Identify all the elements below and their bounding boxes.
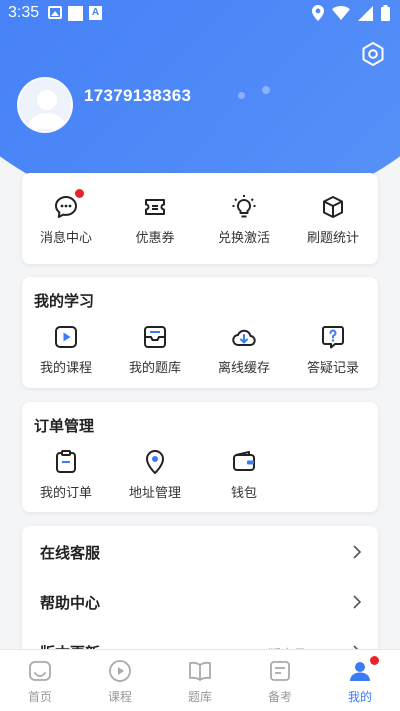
- cloud-download-icon: [231, 324, 257, 350]
- status-bar: 3:35 A: [0, 0, 400, 28]
- orders-my-orders[interactable]: 我的订单: [22, 449, 110, 501]
- quick-action-label: 兑换激活: [217, 231, 270, 246]
- tab-home[interactable]: 首页: [0, 650, 80, 711]
- status-time: 3:35: [8, 4, 40, 21]
- tab-label: 备考: [267, 690, 292, 704]
- tab-courses[interactable]: 课程: [80, 650, 160, 711]
- menu-help-center[interactable]: 帮助中心: [40, 582, 366, 622]
- user-phone[interactable]: 17379138363: [84, 86, 191, 106]
- quick-action-coupons[interactable]: 优惠券: [111, 194, 199, 246]
- coupon-icon: [142, 194, 168, 220]
- orders-item-label: 钱包: [230, 486, 257, 501]
- orders-wallet[interactable]: 钱包: [200, 449, 288, 501]
- orders-item-label: 地址管理: [128, 486, 181, 501]
- quick-action-label: 刷题统计: [306, 231, 359, 246]
- study-question-bank[interactable]: 我的题库: [111, 324, 199, 376]
- quick-action-redeem[interactable]: 兑换激活: [200, 194, 288, 246]
- location-status-icon: [312, 5, 324, 21]
- board-icon: [268, 659, 292, 683]
- tab-exam-prep[interactable]: 备考: [240, 650, 320, 711]
- image-notification-icon: [48, 6, 62, 19]
- bottom-tab-bar: 首页 课程 题库 备考 我的: [0, 649, 400, 711]
- tab-label: 首页: [27, 690, 52, 704]
- user-icon: [348, 656, 379, 683]
- play-icon: [53, 324, 79, 350]
- chevron-right-icon: [353, 595, 362, 609]
- decor-dot: [262, 86, 270, 94]
- book-icon: [188, 659, 212, 683]
- study-item-label: 我的题库: [128, 361, 181, 376]
- tab-label: 我的: [347, 690, 372, 704]
- menu-label: 在线客服: [40, 544, 101, 562]
- wifi-icon: [332, 6, 350, 20]
- quick-actions-card: 消息中心 优惠券 兑换激活 刷题统计: [22, 173, 378, 264]
- orders-address[interactable]: 地址管理: [111, 449, 199, 501]
- tab-mine[interactable]: 我的: [320, 650, 400, 711]
- study-qa-records[interactable]: 答疑记录: [289, 324, 377, 376]
- quick-action-messages[interactable]: 消息中心: [22, 189, 110, 246]
- clipboard-icon: [53, 449, 79, 475]
- lightbulb-icon: [231, 194, 257, 220]
- notification-icons: A: [48, 6, 102, 21]
- tab-label: 题库: [187, 690, 212, 704]
- home-icon: [28, 659, 52, 683]
- tab-question-bank[interactable]: 题库: [160, 650, 240, 711]
- battery-icon: [381, 5, 390, 21]
- location-icon: [142, 449, 168, 475]
- orders-item-label: 我的订单: [39, 486, 92, 501]
- study-my-courses[interactable]: 我的课程: [22, 324, 110, 376]
- play-circle-icon: [108, 659, 132, 683]
- study-card: 我的学习 我的课程 我的题库 离线缓存 答疑记录: [22, 277, 378, 388]
- study-item-label: 离线缓存: [217, 361, 270, 376]
- study-offline-cache[interactable]: 离线缓存: [200, 324, 288, 376]
- system-icons: [312, 5, 390, 21]
- menu-label: 帮助中心: [40, 594, 101, 612]
- decor-dot: [238, 92, 245, 99]
- wallet-icon: [231, 449, 257, 475]
- chevron-right-icon: [353, 545, 362, 559]
- orders-card: 订单管理 我的订单 地址管理 钱包: [22, 402, 378, 512]
- study-item-label: 我的课程: [39, 361, 92, 376]
- message-icon: [53, 189, 84, 220]
- quick-action-label: 消息中心: [39, 231, 92, 246]
- signal-icon: [358, 5, 373, 21]
- question-icon: [320, 324, 346, 350]
- gear-icon: [362, 42, 384, 66]
- app-notification-icon: A: [89, 6, 102, 20]
- square-notification-icon: [68, 6, 83, 21]
- study-title: 我的学习: [34, 292, 95, 310]
- unread-badge: [75, 189, 84, 198]
- orders-title: 订单管理: [34, 417, 95, 435]
- study-item-label: 答疑记录: [306, 361, 359, 376]
- menu-online-service[interactable]: 在线客服: [40, 532, 366, 572]
- tab-label: 课程: [107, 690, 132, 704]
- question-bank-icon: [142, 324, 168, 350]
- cube-icon: [320, 194, 346, 220]
- quick-action-label: 优惠券: [135, 231, 175, 246]
- avatar[interactable]: [17, 77, 73, 133]
- notification-badge: [370, 656, 379, 665]
- quick-action-stats[interactable]: 刷题统计: [289, 194, 377, 246]
- settings-button[interactable]: [360, 41, 386, 67]
